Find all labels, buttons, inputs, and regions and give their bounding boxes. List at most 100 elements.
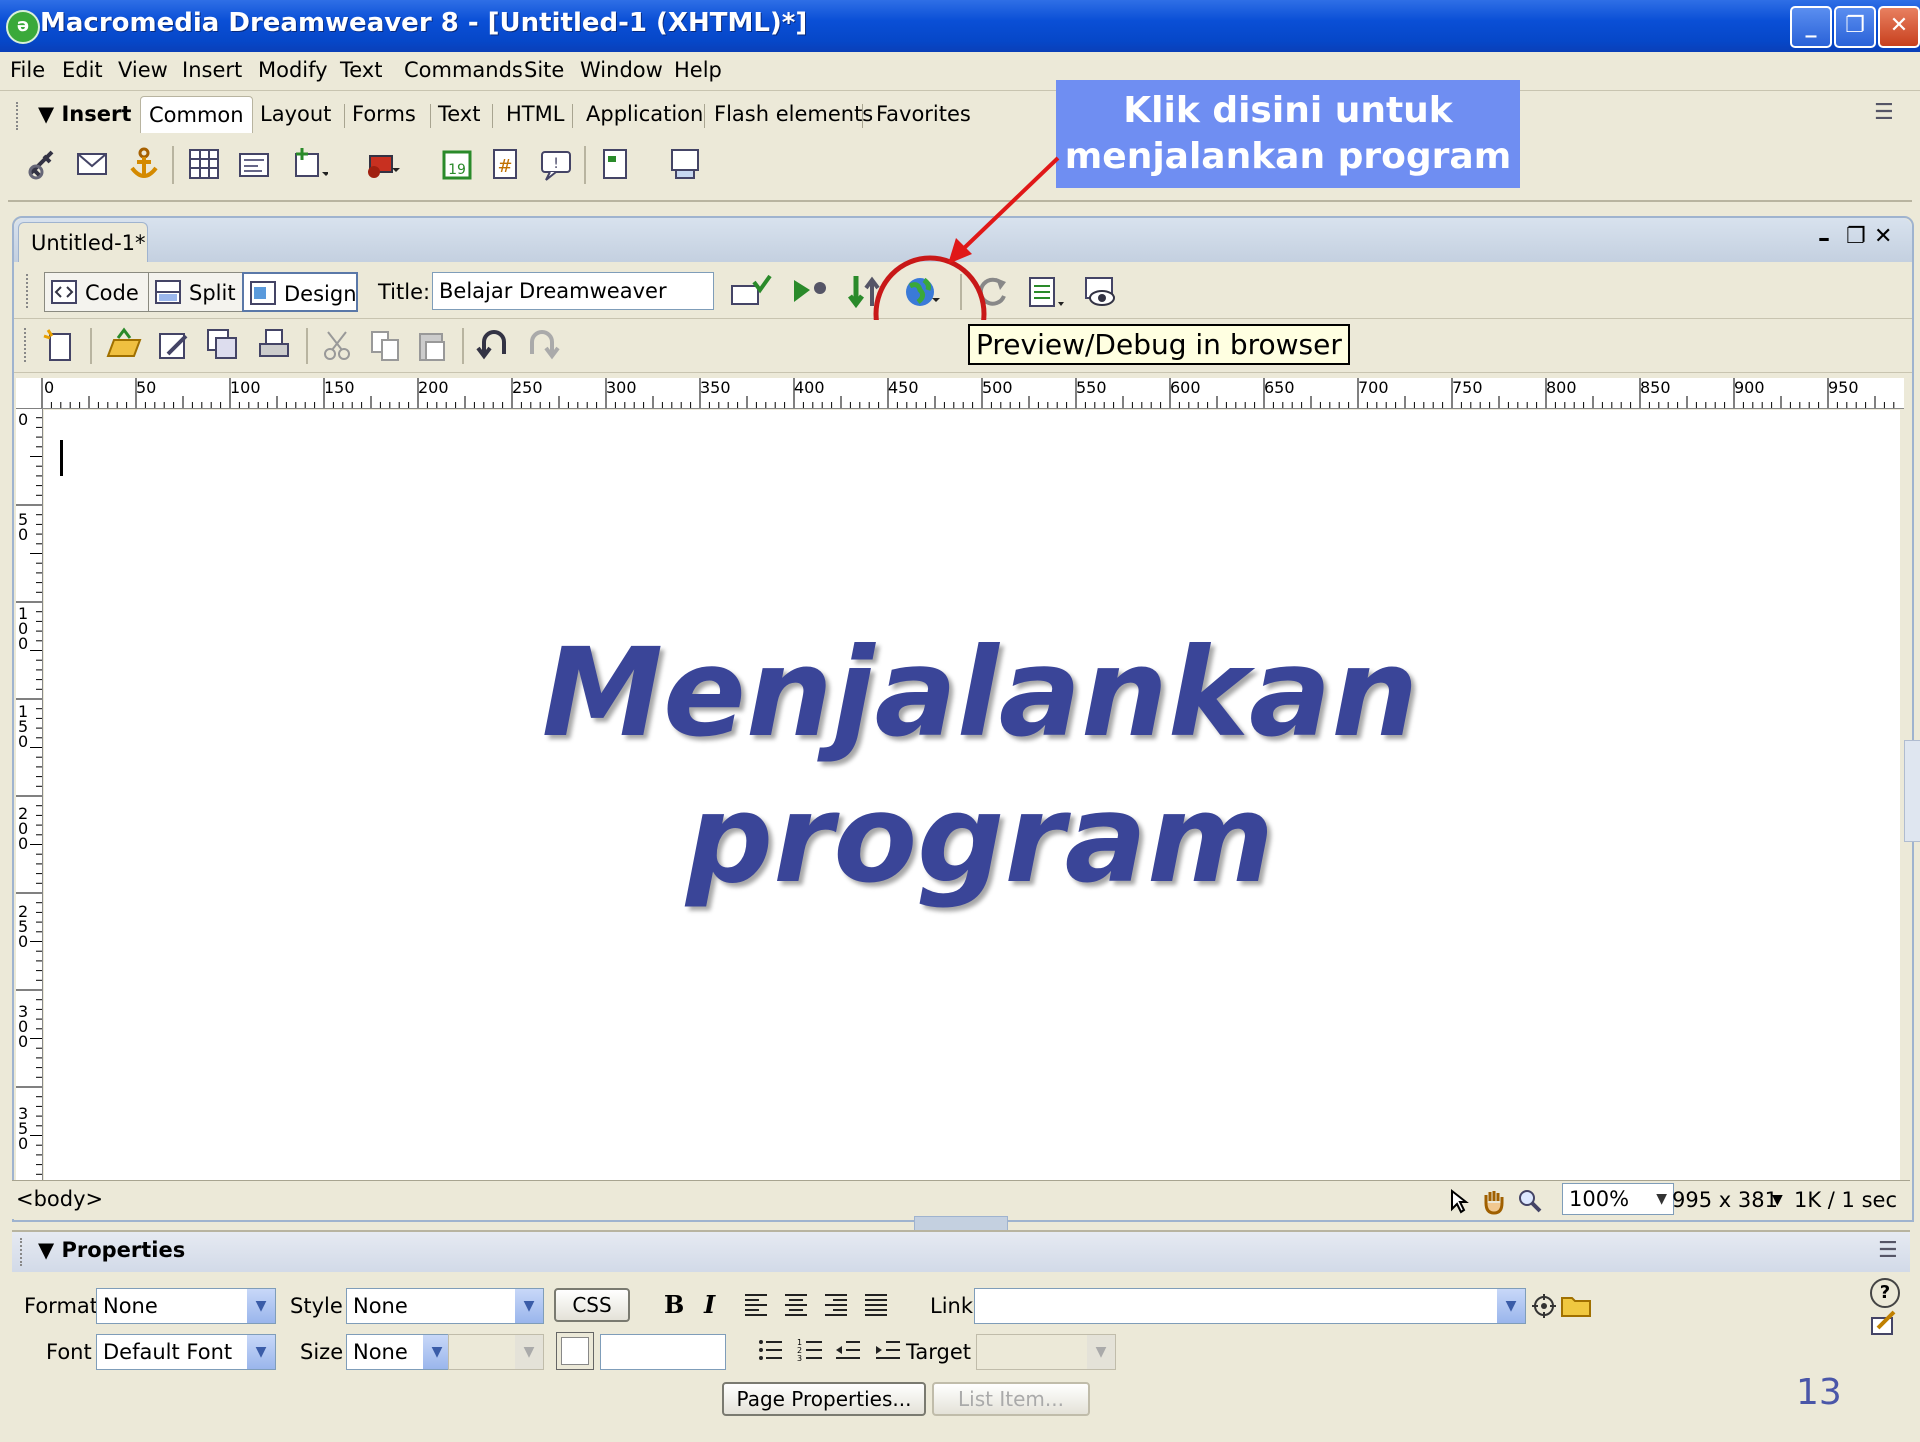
title-label: Title: [378,280,431,304]
code-view-button[interactable]: Code [44,272,154,312]
ordered-list-icon[interactable]: 123 [796,1336,824,1364]
new-document-icon[interactable] [40,326,80,366]
italic-button[interactable]: I [704,1290,715,1319]
chevron-down-icon: ▼ [247,1289,275,1323]
tab-text[interactable]: Text [438,102,480,126]
hyperlink-icon[interactable] [22,144,62,184]
grip-handle[interactable] [26,274,32,308]
style-select[interactable]: None ▼ [346,1288,544,1324]
align-left-icon[interactable] [742,1290,770,1318]
tag-selector[interactable]: <body> [16,1187,103,1211]
page-title-input[interactable]: Belajar Dreamweaver [432,272,714,310]
grip-handle[interactable] [20,1238,26,1266]
image-icon[interactable] [288,144,328,184]
head-tags-icon[interactable] [596,144,636,184]
paste-icon[interactable] [412,326,452,366]
menu-commands[interactable]: Commands [404,58,523,82]
browse-folder-icon[interactable] [1560,1292,1594,1320]
design-view-button[interactable]: Design [242,272,358,312]
view-options-icon[interactable] [1024,272,1070,312]
close-button[interactable]: ✕ [1878,6,1920,48]
cut-icon[interactable] [318,326,358,366]
hand-tool-icon[interactable] [1480,1187,1508,1215]
properties-title[interactable]: ▼ Properties [38,1238,185,1262]
target-select[interactable]: ▼ [976,1334,1116,1370]
font-select[interactable]: Default Font ▼ [96,1334,276,1370]
size-unit-select[interactable]: ▼ [448,1334,544,1370]
zoom-tool-icon[interactable] [1516,1187,1544,1215]
justify-icon[interactable] [862,1290,890,1318]
menu-help[interactable]: Help [674,58,722,82]
split-view-button[interactable]: Split [148,272,248,312]
file-management-icon[interactable] [788,272,834,312]
validate-markup-icon[interactable] [728,272,774,312]
layer-icon[interactable] [234,144,274,184]
select-tool-icon[interactable] [1444,1187,1472,1215]
doc-restore-button[interactable]: ❐ [1846,224,1866,249]
page-properties-button[interactable]: Page Properties... [722,1382,926,1416]
comment-icon[interactable]: ! [536,144,576,184]
unordered-list-icon[interactable] [756,1336,784,1364]
quick-tag-editor-icon[interactable] [1868,1308,1898,1338]
menu-edit[interactable]: Edit [62,58,103,82]
named-anchor-icon[interactable] [124,144,164,184]
menu-modify[interactable]: Modify [258,58,328,82]
date-icon[interactable]: 19 [436,144,476,184]
text-outdent-icon[interactable] [834,1336,862,1364]
panel-collapse-handle[interactable] [1904,740,1920,842]
document-tab[interactable]: Untitled-1* [18,222,148,262]
text-color-swatch[interactable] [556,1332,594,1370]
menu-site[interactable]: Site [524,58,564,82]
email-link-icon[interactable] [72,144,112,184]
tab-layout[interactable]: Layout [260,102,331,126]
size-select[interactable]: None ▼ [346,1334,452,1370]
tab-application[interactable]: Application [586,102,703,126]
undo-icon[interactable] [474,326,514,366]
grip-handle[interactable] [16,102,24,130]
help-icon[interactable]: ? [1870,1278,1900,1308]
open-folder-icon[interactable] [104,326,144,366]
menu-window[interactable]: Window [580,58,663,82]
format-select[interactable]: None ▼ [96,1288,276,1324]
print-icon[interactable] [254,326,294,366]
css-button[interactable]: CSS [554,1288,630,1322]
text-indent-icon[interactable] [874,1336,902,1364]
bold-button[interactable]: B [664,1290,684,1319]
doc-close-button[interactable]: ✕ [1874,224,1892,249]
menu-view[interactable]: View [118,58,168,82]
templates-icon[interactable] [664,144,704,184]
zoom-select[interactable]: 100% ▼ [1562,1183,1674,1215]
tab-flash-elements[interactable]: Flash elements [714,102,873,126]
redo-icon[interactable] [522,326,562,366]
panel-options-icon[interactable]: ☰ [1878,1238,1898,1263]
tab-common[interactable]: Common [140,96,253,133]
save-icon[interactable] [154,326,194,366]
align-right-icon[interactable] [822,1290,850,1318]
text-color-input[interactable] [600,1334,726,1370]
window-size-select[interactable]: 995 x 381 [1672,1185,1778,1215]
properties-panel: ▼ Properties ☰ Format None ▼ Style None … [12,1230,1910,1442]
grip-handle[interactable] [24,328,30,362]
status-bar: <body> 100% ▼ 995 x 381 ▼ 1K / 1 sec [12,1180,1910,1219]
save-all-icon[interactable] [204,326,244,366]
maximize-button[interactable]: ❐ [1834,6,1876,48]
table-icon[interactable] [184,144,224,184]
tab-forms[interactable]: Forms [352,102,416,126]
minimize-button[interactable]: _ [1790,6,1832,48]
panel-options-icon[interactable]: ☰ [1874,100,1894,125]
point-to-file-icon[interactable] [1530,1292,1558,1320]
tab-html[interactable]: HTML [506,102,564,126]
menu-text[interactable]: Text [340,58,382,82]
menu-insert[interactable]: Insert [182,58,242,82]
media-icon[interactable] [360,144,400,184]
menu-file[interactable]: File [10,58,45,82]
server-side-include-icon[interactable]: # [486,144,526,184]
insert-bar-title[interactable]: ▼ Insert [38,102,131,126]
copy-icon[interactable] [366,326,406,366]
link-input[interactable]: ▼ [974,1288,1526,1324]
align-center-icon[interactable] [782,1290,810,1318]
tab-favorites[interactable]: Favorites [876,102,971,126]
visual-aids-icon[interactable] [1080,272,1126,312]
list-item-button[interactable]: List Item... [932,1382,1090,1416]
doc-minimize-button[interactable]: – [1818,224,1830,252]
